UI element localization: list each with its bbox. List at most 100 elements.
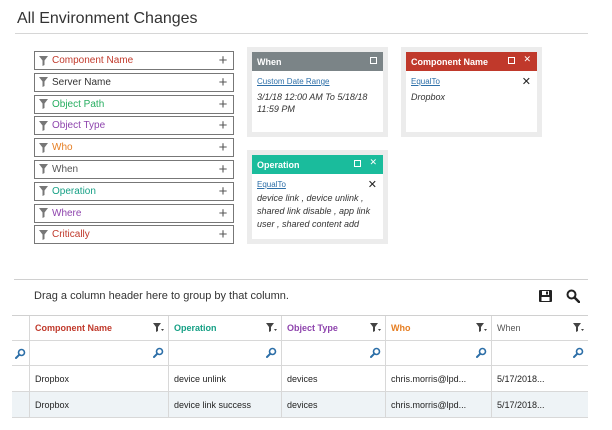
cell-component-name: Dropbox [30, 366, 169, 391]
filter-icon [35, 183, 51, 200]
column-header-component-name[interactable]: Component Name [30, 316, 169, 340]
filter-label: Operation [52, 185, 96, 197]
cell-operation: device unlink [169, 366, 282, 391]
card-header: Component Name ✕ [406, 52, 537, 71]
column-header-when[interactable]: When [492, 316, 588, 340]
column-header-who[interactable]: Who [386, 316, 492, 340]
save-icon[interactable] [539, 290, 552, 302]
filter-card-component-name: Component Name ✕ EqualTo ✕ Dropbox [406, 52, 537, 132]
add-icon[interactable]: + [213, 96, 233, 113]
row-spacer [12, 366, 30, 391]
search-icon[interactable] [153, 347, 164, 358]
maximize-icon[interactable] [354, 160, 362, 167]
search-icon[interactable] [476, 347, 487, 358]
maximize-icon[interactable] [508, 57, 516, 64]
card-title: When [257, 56, 282, 67]
add-icon[interactable]: + [213, 205, 233, 222]
card-header: When [252, 52, 383, 71]
column-filter-icon[interactable] [476, 323, 487, 333]
column-filter-icon[interactable] [153, 323, 164, 333]
grid-filter-row [12, 341, 588, 366]
filter-cell-object-type[interactable] [282, 341, 386, 365]
filter-item-object-type[interactable]: Object Type + [34, 116, 234, 136]
filter-list: Component Name + Server Name + Object Pa… [34, 51, 234, 247]
filter-cell-who[interactable] [386, 341, 492, 365]
filter-icon [35, 117, 51, 134]
grid-header-row: Component Name Operation Object Type Who… [12, 316, 588, 341]
filter-item-operation[interactable]: Operation + [34, 181, 234, 201]
cell-operation: device link success [169, 392, 282, 417]
filter-icon [35, 161, 51, 178]
remove-value-icon[interactable]: ✕ [368, 178, 377, 191]
cell-who: chris.morris@lpd... [386, 392, 492, 417]
search-icon[interactable] [566, 289, 580, 303]
add-icon[interactable]: + [213, 161, 233, 178]
column-title: Who [391, 323, 411, 333]
filter-cell-when[interactable] [492, 341, 588, 365]
remove-value-icon[interactable]: ✕ [522, 75, 531, 88]
filter-label: Object Path [52, 98, 105, 110]
search-icon[interactable] [370, 347, 381, 358]
search-icon[interactable] [573, 347, 584, 358]
add-icon[interactable]: + [213, 226, 233, 243]
filter-item-server-name[interactable]: Server Name + [34, 72, 234, 92]
filter-label: When [52, 163, 79, 175]
filter-icon [35, 139, 51, 156]
column-filter-icon[interactable] [370, 323, 381, 333]
column-header-operation[interactable]: Operation [169, 316, 282, 340]
filter-label: Critically [52, 229, 90, 241]
filter-item-component-name[interactable]: Component Name + [34, 51, 234, 70]
filter-label: Where [52, 207, 82, 219]
column-title: Operation [174, 323, 217, 333]
search-icon[interactable] [15, 348, 26, 359]
filter-icon [35, 226, 51, 243]
maximize-icon[interactable] [370, 57, 377, 64]
filter-item-object-path[interactable]: Object Path + [34, 94, 234, 114]
row-search-cell [12, 341, 30, 365]
cell-object-type: devices [282, 392, 386, 417]
filter-label: Who [52, 142, 73, 154]
filter-item-who[interactable]: Who + [34, 138, 234, 158]
filter-item-where[interactable]: Where + [34, 203, 234, 223]
card-title: Component Name [411, 56, 489, 67]
add-icon[interactable]: + [213, 74, 233, 91]
filter-cell-operation[interactable] [169, 341, 282, 365]
grid-divider [14, 279, 588, 280]
results-grid: Component Name Operation Object Type Who… [12, 315, 588, 418]
card-title: Operation [257, 159, 300, 170]
add-icon[interactable]: + [213, 52, 233, 69]
filter-icon [35, 205, 51, 222]
cell-component-name: Dropbox [30, 392, 169, 417]
filter-item-critically[interactable]: Critically + [34, 225, 234, 245]
filter-icon [35, 74, 51, 91]
condition-link[interactable]: Custom Date Range [257, 77, 329, 86]
condition-link[interactable]: EqualTo [411, 77, 440, 86]
card-header: Operation ✕ [252, 155, 383, 174]
group-by-hint: Drag a column header here to group by th… [34, 290, 289, 302]
header-spacer [12, 316, 30, 340]
add-icon[interactable]: + [213, 183, 233, 200]
card-value: 3/1/18 12:00 AM To 5/18/18 11:59 PM [257, 92, 368, 114]
filter-item-when[interactable]: When + [34, 159, 234, 179]
filter-label: Component Name [52, 55, 134, 66]
column-header-object-type[interactable]: Object Type [282, 316, 386, 340]
column-filter-icon[interactable] [266, 323, 277, 333]
cell-when: 5/17/2018... [497, 373, 545, 384]
cell-who: chris.morris@lpd... [386, 366, 492, 391]
condition-link[interactable]: EqualTo [257, 180, 286, 189]
column-filter-icon[interactable] [573, 323, 584, 333]
filter-cell-component-name[interactable] [30, 341, 169, 365]
card-value: Dropbox [411, 92, 446, 102]
cell-object-type: devices [282, 366, 386, 391]
add-icon[interactable]: + [213, 117, 233, 134]
table-row[interactable]: Dropbox device link success devices chri… [12, 392, 588, 418]
search-icon[interactable] [266, 347, 277, 358]
add-icon[interactable]: + [213, 139, 233, 156]
table-row[interactable]: Dropbox device unlink devices chris.morr… [12, 366, 588, 392]
column-title: Component Name [35, 323, 113, 333]
filter-icon [35, 52, 51, 69]
filter-card-when: When Custom Date Range 3/1/18 12:00 AM T… [252, 52, 383, 132]
close-icon[interactable]: ✕ [369, 157, 377, 168]
close-icon[interactable]: ✕ [523, 54, 531, 65]
page-title: All Environment Changes [17, 10, 198, 27]
